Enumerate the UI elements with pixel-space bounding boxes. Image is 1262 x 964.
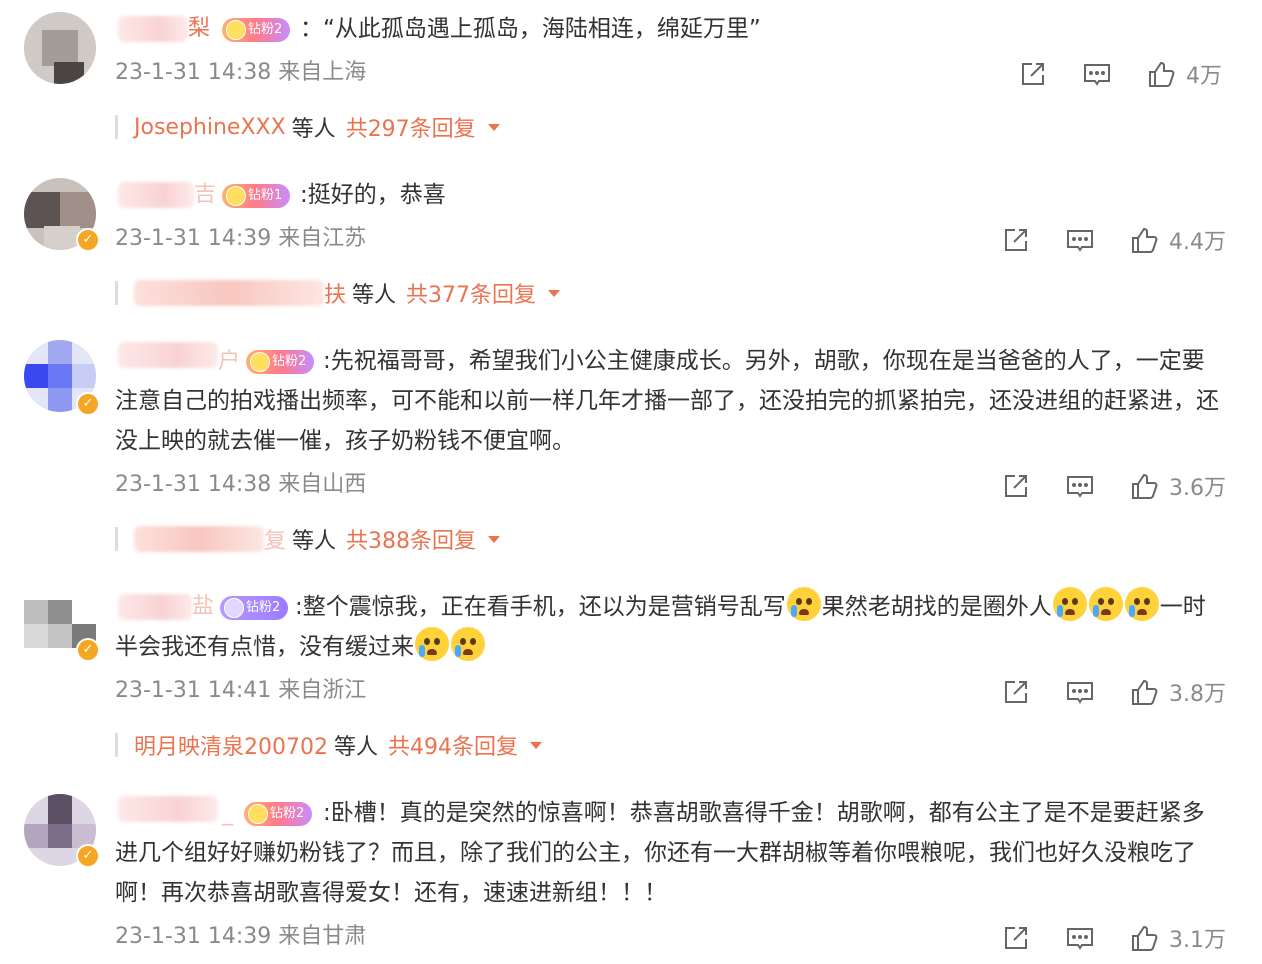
timestamp: 23-1-31 14:38: [115, 60, 272, 85]
chevron-down-icon[interactable]: [488, 535, 501, 543]
comment-actions: 4.4万: [967, 224, 1226, 256]
reply-etc: 等人: [333, 735, 378, 760]
reply-users[interactable]: [134, 526, 264, 552]
fan-badge: 钻粉2: [222, 18, 291, 42]
location: 来自江苏: [278, 226, 367, 251]
location: 来自上海: [278, 60, 367, 85]
reply-count[interactable]: 共388条回复: [346, 523, 476, 555]
reply-users[interactable]: [134, 280, 324, 306]
timestamp: 23-1-31 14:39: [115, 924, 272, 949]
comment-text: :先祝福哥哥，希望我们小公主健康成长。另外，胡歌，你现在是当爸爸的人了，一定要注…: [115, 348, 1219, 454]
verified-icon: ✓: [76, 844, 100, 868]
comment-actions: 4万: [984, 58, 1222, 90]
like-icon[interactable]: [1129, 225, 1159, 255]
crying-emoji: [1088, 587, 1123, 621]
reply-summary[interactable]: 扶 等人 共377条回复: [115, 276, 561, 310]
divider: [115, 527, 118, 551]
like-count: 4.4万: [1169, 230, 1226, 255]
crying-emoji: [415, 627, 449, 661]
comment-meta: 23-1-31 14:38 来自山西: [115, 470, 366, 500]
comment-icon[interactable]: [1065, 677, 1095, 707]
timestamp: 23-1-31 14:41: [115, 678, 272, 703]
reply-summary[interactable]: 明月映清泉200702 等人 共494条回复: [115, 728, 542, 762]
comment-text: ：“从此孤岛遇上孤岛，海陆相连，绵延万里”: [300, 16, 761, 42]
laughing-crying-emoji: [451, 627, 485, 661]
comment-text: :挺好的，恭喜: [300, 182, 446, 208]
verified-icon: ✓: [76, 392, 100, 416]
location: 来自甘肃: [278, 924, 367, 949]
reply-etc: 等人: [352, 283, 397, 308]
username-suffix[interactable]: 梨: [188, 15, 210, 43]
share-icon[interactable]: [1001, 471, 1031, 501]
location: 来自山西: [278, 472, 367, 497]
reply-count[interactable]: 共377条回复: [406, 277, 536, 309]
comment-text: :整个震惊我，正在看手机，还以为是营销号乱写 果然老胡找的是圈外人 一时半会我还有点…: [115, 587, 1225, 667]
verified-icon: ✓: [76, 228, 100, 252]
chevron-down-icon[interactable]: [548, 289, 561, 297]
timestamp: 23-1-31 14:39: [115, 226, 272, 251]
divider: [115, 281, 118, 305]
comment-text: :卧槽！真的是突然的惊喜啊！恭喜胡歌喜得千金！胡歌啊，都有公主了是不是要赶紧多进…: [115, 800, 1205, 906]
username-suffix[interactable]: 吉: [194, 181, 216, 209]
chevron-down-icon[interactable]: [530, 741, 542, 749]
reply-summary[interactable]: 复 等人 共388条回复: [115, 522, 501, 556]
share-icon[interactable]: [1001, 923, 1031, 953]
comment-meta: 23-1-31 14:38 来自上海: [115, 58, 366, 88]
crying-emoji: [786, 587, 821, 621]
share-icon[interactable]: [1001, 677, 1031, 707]
comment-icon[interactable]: [1065, 225, 1095, 255]
username[interactable]: [118, 16, 188, 42]
heart-icon: [226, 20, 246, 40]
comment-meta: 23-1-31 14:41 来自浙江: [115, 676, 366, 706]
like-count: 3.6万: [1169, 476, 1226, 501]
comment-icon[interactable]: [1065, 923, 1095, 953]
fan-badge: 钻粉1: [222, 184, 291, 208]
reply-count[interactable]: 共494条回复: [388, 729, 518, 761]
comment-meta: 23-1-31 14:39 来自江苏: [115, 224, 366, 254]
reply-etc: 等人: [291, 117, 336, 142]
reply-users[interactable]: 明月映清泉200702: [134, 729, 328, 761]
crying-emoji: [1052, 587, 1087, 621]
location: 来自浙江: [278, 678, 367, 703]
like-icon[interactable]: [1129, 471, 1159, 501]
like-count: 3.8万: [1169, 682, 1226, 707]
comment-icon[interactable]: [1082, 59, 1112, 89]
reply-summary[interactable]: JosephineXXX 等人 共297条回复: [115, 110, 500, 144]
comment-actions: 3.1万: [967, 922, 1226, 954]
chevron-down-icon[interactable]: [487, 123, 500, 131]
like-icon[interactable]: [1129, 923, 1159, 953]
like-icon[interactable]: [1129, 677, 1159, 707]
reply-etc: 等人: [292, 529, 337, 554]
divider: [115, 733, 118, 757]
username[interactable]: [118, 182, 194, 208]
verified-icon: ✓: [76, 638, 100, 662]
like-icon[interactable]: [1146, 59, 1176, 89]
comment-actions: 3.8万: [967, 676, 1226, 708]
reply-users-suffix[interactable]: 扶: [324, 277, 346, 309]
divider: [115, 115, 118, 139]
like-count: 3.1万: [1169, 928, 1226, 953]
comment-meta: 23-1-31 14:39 来自甘肃: [115, 922, 366, 952]
share-icon[interactable]: [1001, 225, 1031, 255]
reply-count[interactable]: 共297条回复: [346, 111, 476, 143]
reply-users-suffix[interactable]: 复: [264, 523, 286, 555]
comment-actions: 3.6万: [967, 470, 1226, 502]
avatar[interactable]: [24, 12, 96, 84]
heart-icon: [226, 186, 246, 206]
reply-users[interactable]: JosephineXXX: [134, 115, 286, 140]
share-icon[interactable]: [1018, 59, 1048, 89]
comment-icon[interactable]: [1065, 471, 1095, 501]
timestamp: 23-1-31 14:38: [115, 472, 272, 497]
crying-emoji: [1124, 587, 1159, 621]
like-count: 4万: [1186, 64, 1222, 89]
